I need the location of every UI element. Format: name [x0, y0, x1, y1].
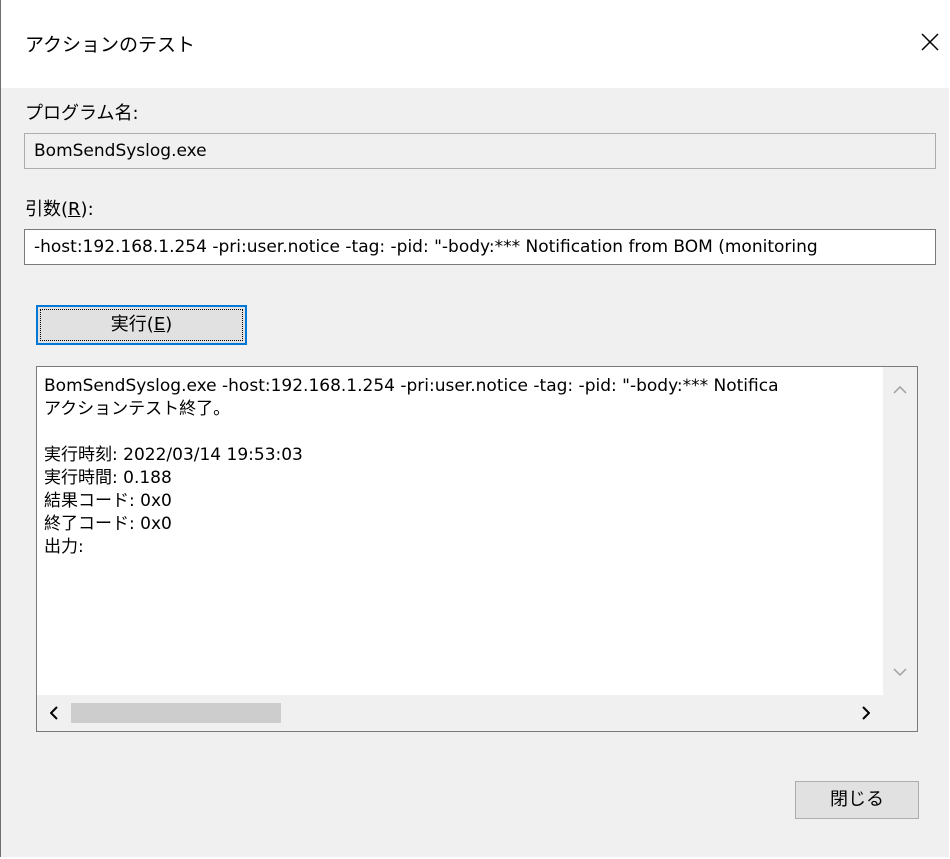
output-line: 実行時間: 0.188 [44, 468, 172, 488]
scrollbar-corner [883, 695, 917, 731]
run-button[interactable]: 実行(E) [36, 305, 247, 345]
close-icon[interactable] [917, 28, 943, 56]
title-bar: アクションのテスト [1, 0, 950, 88]
output-line: 実行時刻: 2022/03/14 19:53:03 [44, 445, 303, 465]
action-test-dialog: アクションのテスト プログラム名: BomSendSyslog.exe 引数(R… [0, 0, 950, 857]
vertical-scrollbar[interactable] [883, 367, 917, 695]
program-name-label: プログラム名: [25, 103, 139, 124]
horizontal-scrollbar[interactable] [37, 695, 883, 731]
output-line: 結果コード: 0x0 [44, 491, 172, 511]
output-text: BomSendSyslog.exe -host:192.168.1.254 -p… [44, 375, 884, 681]
scroll-down-icon[interactable] [883, 657, 917, 687]
output-line: アクションテスト終了。 [44, 399, 231, 419]
output-line: BomSendSyslog.exe -host:192.168.1.254 -p… [44, 376, 779, 396]
output-textarea[interactable]: BomSendSyslog.exe -host:192.168.1.254 -p… [36, 366, 918, 732]
scroll-up-icon[interactable] [883, 375, 917, 405]
horizontal-scroll-thumb[interactable] [71, 703, 281, 723]
arguments-label: 引数(R): [25, 199, 94, 220]
output-line: 出力: [44, 537, 84, 557]
arguments-input[interactable]: -host:192.168.1.254 -pri:user.notice -ta… [24, 229, 936, 265]
scroll-right-icon[interactable] [849, 695, 883, 731]
window-title: アクションのテスト [25, 34, 196, 56]
scroll-left-icon[interactable] [37, 695, 71, 731]
close-button[interactable]: 閉じる [795, 781, 919, 819]
output-line: 終了コード: 0x0 [44, 514, 172, 534]
program-name-field: BomSendSyslog.exe [24, 133, 936, 169]
